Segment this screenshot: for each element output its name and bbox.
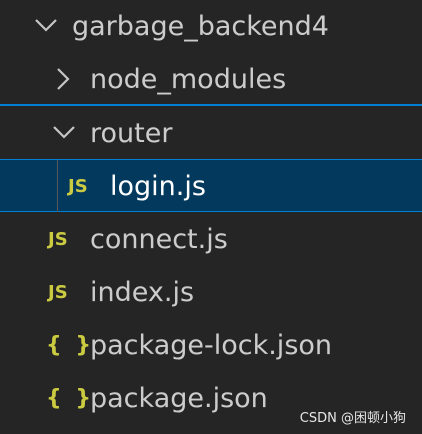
file-label: package-lock.json — [90, 330, 333, 361]
folder-garbage-backend4[interactable]: garbage_backend4 — [0, 0, 422, 53]
chevron-down-icon[interactable] — [50, 107, 80, 160]
file-package-lock-json[interactable]: { } package-lock.json — [0, 319, 422, 372]
js-icon: JS — [48, 229, 68, 250]
file-connect-js[interactable]: JS connect.js — [0, 213, 422, 266]
file-index-js[interactable]: JS index.js — [0, 266, 422, 319]
file-label: login.js — [110, 171, 206, 202]
folder-router[interactable]: router — [0, 107, 422, 160]
chevron-right-icon[interactable] — [50, 53, 80, 106]
file-label: package.json — [90, 383, 268, 414]
json-icon: { } — [46, 333, 94, 358]
folder-label: garbage_backend4 — [72, 11, 329, 42]
file-label: index.js — [90, 277, 195, 308]
folder-label: router — [90, 118, 173, 149]
file-login-js[interactable]: JS login.js — [0, 159, 422, 212]
js-icon: JS — [68, 176, 88, 197]
js-icon: JS — [48, 282, 68, 303]
chevron-down-icon[interactable] — [32, 0, 62, 53]
json-icon: { } — [46, 386, 94, 411]
watermark: CSDN @困顿小狗 — [299, 411, 406, 426]
folder-label: node_modules — [90, 64, 287, 95]
file-label: connect.js — [90, 224, 228, 255]
folder-node-modules[interactable]: node_modules — [0, 53, 422, 106]
indent-guide — [57, 160, 58, 212]
file-explorer-tree: garbage_backend4 node_modules router JS … — [0, 0, 422, 434]
